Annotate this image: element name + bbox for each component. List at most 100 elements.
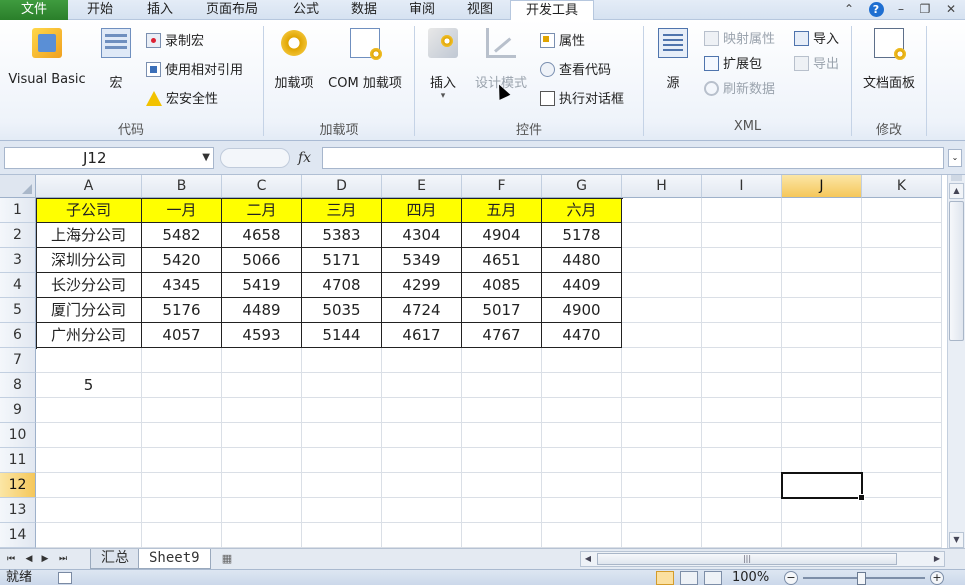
cell-h8[interactable] bbox=[622, 373, 702, 398]
cell-j2[interactable] bbox=[782, 223, 862, 248]
cell-e14[interactable] bbox=[382, 523, 462, 548]
cell-b5[interactable]: 5176 bbox=[142, 298, 222, 323]
xml-import-button[interactable]: 导入 bbox=[794, 29, 839, 51]
row-header-12[interactable]: 12 bbox=[0, 473, 36, 498]
cell-c9[interactable] bbox=[222, 398, 302, 423]
visual-basic-button[interactable]: Visual Basic bbox=[4, 28, 90, 87]
macro-security-button[interactable]: 宏安全性 bbox=[146, 89, 218, 111]
cell-h6[interactable] bbox=[622, 323, 702, 348]
cell-j5[interactable] bbox=[782, 298, 862, 323]
cell-e11[interactable] bbox=[382, 448, 462, 473]
cell-e8[interactable] bbox=[382, 373, 462, 398]
tab-home[interactable]: 开始 bbox=[72, 0, 128, 20]
insert-sheet-icon[interactable]: ▦ bbox=[216, 550, 238, 568]
cell-f11[interactable] bbox=[462, 448, 542, 473]
column-header-h[interactable]: H bbox=[622, 175, 702, 198]
cell-g9[interactable] bbox=[542, 398, 622, 423]
zoom-level[interactable]: 100% bbox=[732, 570, 769, 585]
row-header-13[interactable]: 13 bbox=[0, 498, 36, 523]
sheet-tab-summary[interactable]: 汇总 bbox=[90, 549, 140, 569]
cell-i1[interactable] bbox=[702, 198, 782, 223]
cell-g14[interactable] bbox=[542, 523, 622, 548]
cell-c11[interactable] bbox=[222, 448, 302, 473]
document-panel-button[interactable]: 文档面板 bbox=[856, 28, 922, 91]
cell-i4[interactable] bbox=[702, 273, 782, 298]
cell-c1[interactable]: 二月 bbox=[222, 198, 302, 223]
cell-j9[interactable] bbox=[782, 398, 862, 423]
cell-f12[interactable] bbox=[462, 473, 542, 498]
cell-h10[interactable] bbox=[622, 423, 702, 448]
row-header-6[interactable]: 6 bbox=[0, 323, 36, 348]
cell-j12[interactable] bbox=[782, 473, 862, 498]
design-mode-button[interactable]: 设计模式 bbox=[470, 28, 532, 91]
cell-h12[interactable] bbox=[622, 473, 702, 498]
cell-k12[interactable] bbox=[862, 473, 942, 498]
row-header-1[interactable]: 1 bbox=[0, 198, 36, 223]
scroll-right-icon[interactable]: ▶ bbox=[930, 552, 944, 566]
normal-view-icon[interactable] bbox=[656, 571, 674, 585]
cell-k14[interactable] bbox=[862, 523, 942, 548]
properties-button[interactable]: 属性 bbox=[540, 31, 585, 53]
window-restore-icon[interactable]: ❐ bbox=[914, 0, 936, 20]
cell-d5[interactable]: 5035 bbox=[302, 298, 382, 323]
com-addins-button[interactable]: COM 加载项 bbox=[320, 28, 410, 91]
cell-h14[interactable] bbox=[622, 523, 702, 548]
split-handle[interactable] bbox=[951, 175, 962, 181]
column-header-b[interactable]: B bbox=[142, 175, 222, 198]
column-header-a[interactable]: A bbox=[36, 175, 142, 198]
cell-h7[interactable] bbox=[622, 348, 702, 373]
cell-e7[interactable] bbox=[382, 348, 462, 373]
cell-j13[interactable] bbox=[782, 498, 862, 523]
refresh-data-button[interactable]: 刷新数据 bbox=[704, 79, 775, 101]
cell-d12[interactable] bbox=[302, 473, 382, 498]
cell-g1[interactable]: 六月 bbox=[542, 198, 622, 223]
cell-k13[interactable] bbox=[862, 498, 942, 523]
expand-formula-bar-icon[interactable]: ⌄ bbox=[948, 149, 962, 167]
name-box[interactable]: J12 ▼ bbox=[4, 147, 214, 169]
cell-i13[interactable] bbox=[702, 498, 782, 523]
cell-i2[interactable] bbox=[702, 223, 782, 248]
tab-review[interactable]: 审阅 bbox=[394, 0, 450, 20]
cell-f2[interactable]: 4904 bbox=[462, 223, 542, 248]
cell-j11[interactable] bbox=[782, 448, 862, 473]
cell-k3[interactable] bbox=[862, 248, 942, 273]
cell-e6[interactable]: 4617 bbox=[382, 323, 462, 348]
cell-c8[interactable] bbox=[222, 373, 302, 398]
row-header-7[interactable]: 7 bbox=[0, 348, 36, 373]
vertical-scrollbar[interactable]: ▲ ▼ bbox=[947, 175, 965, 548]
cell-c13[interactable] bbox=[222, 498, 302, 523]
window-minimize-icon[interactable]: – bbox=[890, 0, 912, 20]
cell-i6[interactable] bbox=[702, 323, 782, 348]
cell-b8[interactable] bbox=[142, 373, 222, 398]
cell-k1[interactable] bbox=[862, 198, 942, 223]
cell-b12[interactable] bbox=[142, 473, 222, 498]
row-header-5[interactable]: 5 bbox=[0, 298, 36, 323]
cell-a13[interactable] bbox=[36, 498, 142, 523]
cell-i7[interactable] bbox=[702, 348, 782, 373]
tab-formulas[interactable]: 公式 bbox=[278, 0, 334, 20]
page-layout-view-icon[interactable] bbox=[680, 571, 698, 585]
cell-e4[interactable]: 4299 bbox=[382, 273, 462, 298]
row-header-4[interactable]: 4 bbox=[0, 273, 36, 298]
row-header-9[interactable]: 9 bbox=[0, 398, 36, 423]
cell-d2[interactable]: 5383 bbox=[302, 223, 382, 248]
cell-a5[interactable]: 厦门分公司 bbox=[36, 298, 142, 323]
row-header-2[interactable]: 2 bbox=[0, 223, 36, 248]
cell-h2[interactable] bbox=[622, 223, 702, 248]
cell-b7[interactable] bbox=[142, 348, 222, 373]
cell-g8[interactable] bbox=[542, 373, 622, 398]
scroll-left-icon[interactable]: ◀ bbox=[581, 552, 595, 566]
cell-f10[interactable] bbox=[462, 423, 542, 448]
insert-function-icon[interactable]: fx bbox=[298, 147, 311, 169]
cell-h1[interactable] bbox=[622, 198, 702, 223]
cell-d7[interactable] bbox=[302, 348, 382, 373]
macro-record-icon[interactable] bbox=[58, 572, 72, 584]
cell-d4[interactable]: 4708 bbox=[302, 273, 382, 298]
cell-d10[interactable] bbox=[302, 423, 382, 448]
cell-a1[interactable]: 子公司 bbox=[36, 198, 142, 223]
cell-i8[interactable] bbox=[702, 373, 782, 398]
cell-j14[interactable] bbox=[782, 523, 862, 548]
cell-f9[interactable] bbox=[462, 398, 542, 423]
cell-g10[interactable] bbox=[542, 423, 622, 448]
cell-c10[interactable] bbox=[222, 423, 302, 448]
